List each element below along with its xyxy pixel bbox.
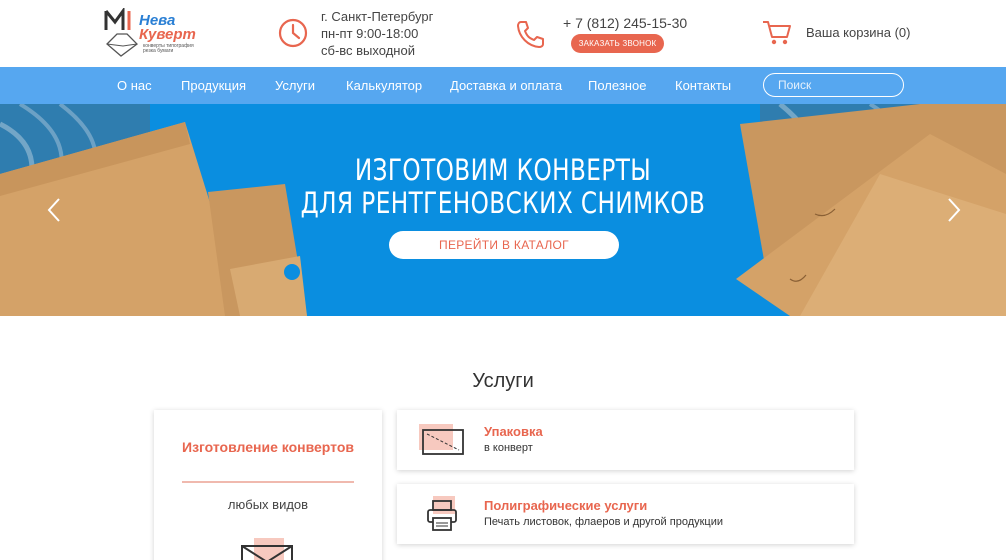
main-nav: О нас Продукция Услуги Калькулятор Доста…	[0, 67, 1006, 104]
header: Нева Куверт конверты типография резка бу…	[0, 0, 1006, 67]
service-item-subtitle: в конверт	[484, 442, 533, 454]
logo[interactable]: Нева Куверт конверты типография резка бу…	[103, 8, 198, 60]
service-card-envelopes[interactable]: Изготовление конвертов любых видов	[154, 410, 382, 560]
cart-link[interactable]: Ваша корзина (0)	[806, 25, 910, 40]
hero-title-line2: ДЛЯ РЕНТГЕНОВСКИХ СНИМКОВ	[300, 186, 706, 220]
service-item-subtitle: Печать листовок, флаеров и другой продук…	[484, 516, 724, 528]
hours-weekdays: пн-пт 9:00-18:00	[321, 26, 419, 41]
nav-item-services[interactable]: Услуги	[275, 78, 315, 93]
cart-icon[interactable]	[762, 19, 792, 47]
hours-weekend: сб-вс выходной	[321, 43, 415, 58]
phone-number[interactable]: + 7 (812) 245-15-30	[563, 15, 687, 31]
phone-icon	[517, 21, 544, 48]
nav-item-products[interactable]: Продукция	[181, 78, 246, 93]
hero-title-line1: ИЗГОТОВИМ КОНВЕРТЫ	[354, 153, 652, 187]
printer-icon	[427, 496, 457, 531]
logo-tagline: конверты типография резка бумаги	[143, 43, 194, 54]
service-item-title: Упаковка	[484, 424, 543, 439]
service-card-title: Изготовление конвертов	[182, 439, 354, 455]
package-envelope-icon	[419, 424, 464, 455]
service-item-title: Полиграфические услуги	[484, 498, 648, 513]
nav-item-about[interactable]: О нас	[117, 78, 152, 93]
nav-item-useful[interactable]: Полезное	[588, 78, 646, 93]
service-item-printing[interactable]: Полиграфические услуги Печать листовок, …	[397, 484, 854, 544]
address-city: г. Санкт-Петербург	[321, 9, 434, 24]
services-heading: Услуги	[472, 370, 534, 392]
envelope-icon	[241, 538, 293, 560]
search-input[interactable]	[763, 73, 904, 97]
order-call-button[interactable]: ЗАКАЗАТЬ ЗВОНОК	[571, 34, 664, 53]
logo-mark-icon	[104, 8, 138, 57]
next-slide-arrow-icon[interactable]	[946, 197, 962, 223]
clock-icon	[278, 18, 308, 48]
catalog-button[interactable]: ПЕРЕЙТИ В КАТАЛОГ	[389, 231, 619, 259]
nav-item-contacts[interactable]: Контакты	[675, 78, 731, 93]
divider	[182, 481, 354, 483]
hero-slider: ИЗГОТОВИМ КОНВЕРТЫ ДЛЯ РЕНТГЕНОВСКИХ СНИ…	[0, 104, 1006, 316]
logo-text-kuvert: Куверт	[139, 26, 196, 43]
prev-slide-arrow-icon[interactable]	[46, 197, 62, 223]
service-card-subtitle: любых видов	[227, 497, 309, 512]
nav-item-calculator[interactable]: Калькулятор	[346, 78, 422, 93]
nav-item-delivery[interactable]: Доставка и оплата	[450, 78, 562, 93]
address-block: г. Санкт-Петербург пн-пт 9:00-18:00 сб-в…	[321, 8, 433, 59]
service-item-packaging[interactable]: Упаковка в конверт	[397, 410, 854, 470]
